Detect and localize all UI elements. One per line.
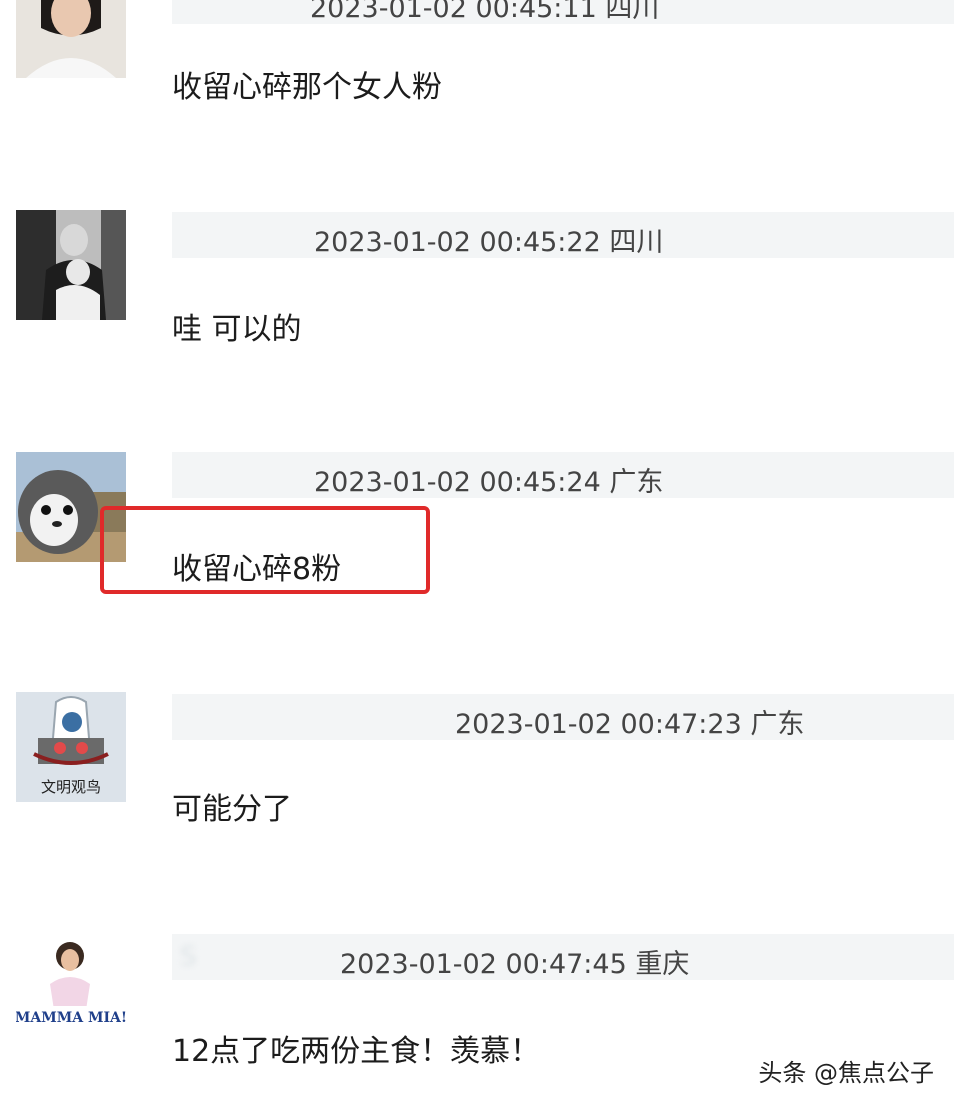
comment-meta-bar: 2023-01-02 00:45:22 四川 (172, 212, 954, 258)
comment-text: 哇 可以的 (172, 312, 302, 347)
user-avatar[interactable]: 文明观鸟 (16, 692, 126, 802)
comment-meta: 2023-01-02 00:45:22 四川 (314, 227, 664, 258)
avatar-woman-image (16, 0, 126, 78)
comment-meta: 2023-01-02 00:47:23 广东 (455, 709, 805, 740)
comment-meta: 2023-01-02 00:47:45 重庆 (340, 949, 690, 980)
avatar-caption: 文明观鸟 (41, 778, 101, 796)
user-avatar[interactable] (16, 210, 126, 320)
user-avatar[interactable] (16, 0, 126, 78)
avatar-couple-image (16, 210, 126, 320)
comment-meta-bar: 2023-01-02 00:45:11 四川 (172, 0, 954, 24)
comment-meta-bar: 2023-01-02 00:47:23 广东 (172, 694, 954, 740)
comment-meta: 2023-01-02 00:45:24 广东 (314, 467, 664, 498)
avatar-bird-image: 文明观鸟 (16, 692, 126, 802)
comment-meta-bar: 2023-01-02 00:45:24 广东 (172, 452, 954, 498)
user-avatar[interactable]: MAMMA MIA! (16, 934, 126, 1044)
comment-text: 可能分了 (172, 792, 292, 827)
avatar-mamma-mia-image: MAMMA MIA! (16, 934, 126, 1044)
comment-text: 收留心碎那个女人粉 (172, 70, 442, 105)
red-highlight-box (100, 506, 430, 594)
comment-meta: 2023-01-02 00:45:11 四川 (310, 0, 660, 24)
avatar-caption: MAMMA MIA! (16, 1010, 126, 1026)
watermark: 头条 @焦点公子 (758, 1059, 934, 1087)
comment-text: 12点了吃两份主食！羡慕！ (172, 1034, 541, 1069)
username[interactable]: S (180, 942, 198, 972)
comment-meta-bar: S 2023-01-02 00:47:45 重庆 (172, 934, 954, 980)
